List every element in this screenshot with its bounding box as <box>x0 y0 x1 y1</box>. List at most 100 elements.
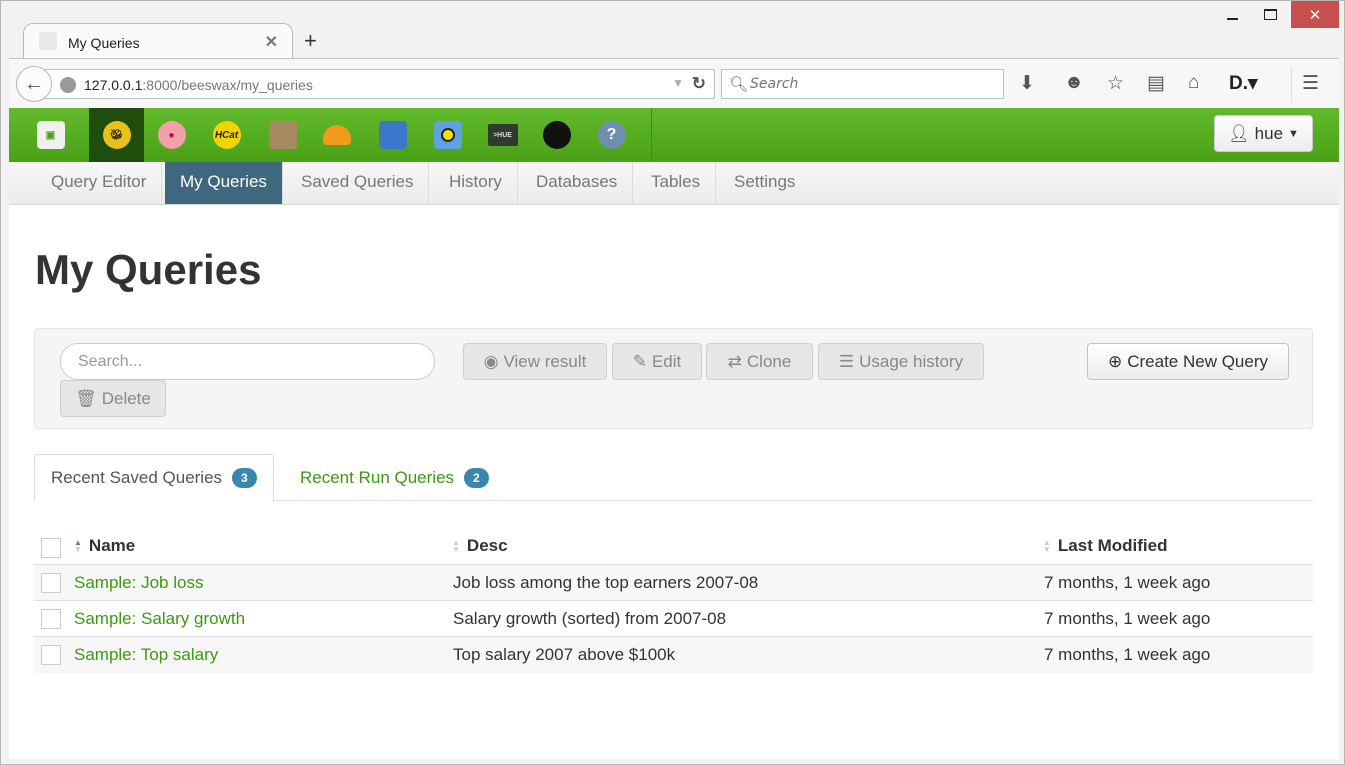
home-icon[interactable]: ⌂ <box>1188 72 1199 94</box>
column-label: Name <box>88 536 136 555</box>
column-header-last-modified[interactable]: ▲ ▼ Last Modified <box>1043 528 1167 564</box>
url-bar[interactable]: 127.0.0.1:8000/beeswax/my_queries ▼ ↻ <box>39 69 715 99</box>
subnav-tables[interactable]: Tables <box>636 162 717 204</box>
query-last-modified: 7 months, 1 week ago <box>1044 572 1211 592</box>
table-row: Sample: Top salary Top salary 2007 above… <box>34 637 1313 673</box>
app-help[interactable]: ? <box>584 108 639 162</box>
back-button[interactable]: ← <box>16 66 52 102</box>
delete-button[interactable]: 🗑︎ Delete <box>60 380 166 417</box>
tab-recent-saved-queries[interactable]: Recent Saved Queries 3 <box>34 454 274 502</box>
row-checkbox[interactable] <box>41 645 61 665</box>
plus-circle-icon: ⊕ <box>1107 351 1123 371</box>
row-checkbox[interactable] <box>41 609 61 629</box>
url-text[interactable]: 127.0.0.1:8000/beeswax/my_queries <box>84 77 313 93</box>
app-file-browser[interactable] <box>255 108 310 162</box>
toolbar-separator <box>1291 67 1292 103</box>
user-icon: 👤︎ <box>1228 123 1250 143</box>
retweet-icon: ⇄ <box>727 351 742 371</box>
view-result-button[interactable]: ◉ View result <box>463 343 607 380</box>
app-bar-separator <box>651 108 652 162</box>
query-desc: Top salary 2007 above $100k <box>453 645 676 664</box>
hue-favicon-icon <box>39 32 57 50</box>
browser-search-input[interactable] <box>750 74 990 94</box>
usage-history-button[interactable]: ☰ Usage history <box>818 343 984 380</box>
back-arrow-icon: ← <box>24 72 44 95</box>
hard-hat-icon <box>322 125 351 145</box>
app-hue-home[interactable]: ▣ <box>23 108 78 162</box>
bee-icon: 🐝︎ <box>102 121 131 149</box>
search-icon: 🔍︎ <box>729 76 749 93</box>
subnav-settings[interactable]: Settings <box>719 162 810 204</box>
hello-icon[interactable]: ☻ <box>1064 72 1084 94</box>
app-user-admin[interactable] <box>529 108 584 162</box>
app-pig[interactable]: ● <box>144 108 199 162</box>
browser-tab[interactable]: My Queries ✕ <box>23 23 293 59</box>
subnav-query-editor[interactable]: Query Editor <box>36 162 163 204</box>
query-name-link[interactable]: Sample: Top salary <box>74 637 218 673</box>
caret-down-icon: ▼ <box>1288 127 1299 140</box>
app-oozie[interactable] <box>365 108 420 162</box>
close-window-button[interactable]: ✕ <box>1291 1 1339 28</box>
browser-window: ✕ My Queries ✕ + ← 127.0.0.1:8000/beeswa… <box>0 0 1345 765</box>
create-new-query-label: Create New Query <box>1127 351 1269 371</box>
app-shell[interactable]: >HUE <box>475 108 530 162</box>
globe-icon <box>60 77 76 93</box>
close-icon: ✕ <box>1308 6 1322 24</box>
query-name-link[interactable]: Sample: Salary growth <box>74 601 245 636</box>
column-label: Last Modified <box>1057 536 1168 555</box>
clone-button[interactable]: ⇄ Clone <box>706 343 813 380</box>
view-result-label: View result <box>503 351 587 371</box>
help-icon: ? <box>597 121 626 149</box>
maximize-button[interactable] <box>1247 1 1293 28</box>
query-last-modified: 7 months, 1 week ago <box>1044 608 1211 628</box>
sort-icon: ▲ ▼ <box>1043 538 1051 554</box>
hue-logo-icon: ▣ <box>36 121 65 149</box>
trash-icon: 🗑︎ <box>75 388 97 408</box>
tab-recent-run-queries[interactable]: Recent Run Queries 2 <box>284 454 505 501</box>
user-admin-icon <box>542 121 571 149</box>
tab-label: Recent Saved Queries <box>51 468 223 487</box>
download-icon[interactable]: ⬇ <box>1019 72 1035 95</box>
url-history-dropdown-icon[interactable]: ▼ <box>672 76 684 90</box>
edit-icon: ✎ <box>632 351 647 371</box>
app-hcatalog[interactable]: HCat <box>199 108 254 162</box>
query-desc: Salary growth (sorted) from 2007-08 <box>453 608 727 628</box>
title-bar: ✕ My Queries ✕ + <box>1 1 1344 59</box>
shell-icon: >HUE <box>487 124 518 146</box>
app-job-browser[interactable] <box>420 108 475 162</box>
app-beeswax[interactable]: 🐝︎ <box>89 108 144 162</box>
new-tab-plus-icon[interactable]: + <box>304 28 317 54</box>
subnav-history[interactable]: History <box>434 162 518 204</box>
menu-icon[interactable]: ☰ <box>1302 72 1319 95</box>
column-header-name[interactable]: ▲ ▼ Name <box>74 528 135 564</box>
create-new-query-button[interactable]: ⊕ Create New Query <box>1087 343 1289 380</box>
column-header-desc[interactable]: ▲ ▼ Desc <box>452 528 508 564</box>
reading-list-icon[interactable]: ▤ <box>1147 72 1165 95</box>
app-bar: ▣ 🐝︎ ● HCat >HUE ? 👤︎ hue ▼ <box>9 108 1339 162</box>
edit-button[interactable]: ✎ Edit <box>612 343 702 380</box>
clone-label: Clone <box>746 351 792 371</box>
oozie-icon <box>378 121 407 149</box>
queries-table: ▲ ▼ Name ▲ ▼ Desc ▲ ▼ Last Modified Sample: Jo… <box>34 528 1313 673</box>
row-checkbox[interactable] <box>41 573 61 593</box>
subnav-my-queries[interactable]: My Queries <box>165 162 283 204</box>
dashlane-icon[interactable]: D.▾ <box>1229 72 1258 95</box>
query-search-input[interactable] <box>60 343 435 380</box>
sort-icon: ▲ ▼ <box>74 538 82 554</box>
app-job-designer[interactable] <box>309 108 364 162</box>
bookmark-star-icon[interactable]: ☆ <box>1107 72 1124 95</box>
reload-icon[interactable]: ↻ <box>692 74 706 94</box>
subnav-saved-queries[interactable]: Saved Queries <box>286 162 430 204</box>
table-row: Sample: Job loss Job loss among the top … <box>34 565 1313 601</box>
user-name: hue <box>1254 123 1284 143</box>
eye-icon: ◉ <box>483 351 499 371</box>
actions-toolbar: ◉View result ✎Edit ⇄Clone ☰Usage history… <box>34 328 1313 429</box>
tab-close-icon[interactable]: ✕ <box>265 32 278 52</box>
query-name-link[interactable]: Sample: Job loss <box>74 565 203 600</box>
select-all-checkbox[interactable] <box>41 538 61 558</box>
tasks-icon: ☰ <box>838 351 855 371</box>
url-host: 127.0.0.1 <box>84 77 143 93</box>
subnav-databases[interactable]: Databases <box>521 162 634 204</box>
user-menu-button[interactable]: 👤︎ hue ▼ <box>1214 115 1313 152</box>
browser-search-bar[interactable]: 🔍︎ <box>721 69 1004 99</box>
